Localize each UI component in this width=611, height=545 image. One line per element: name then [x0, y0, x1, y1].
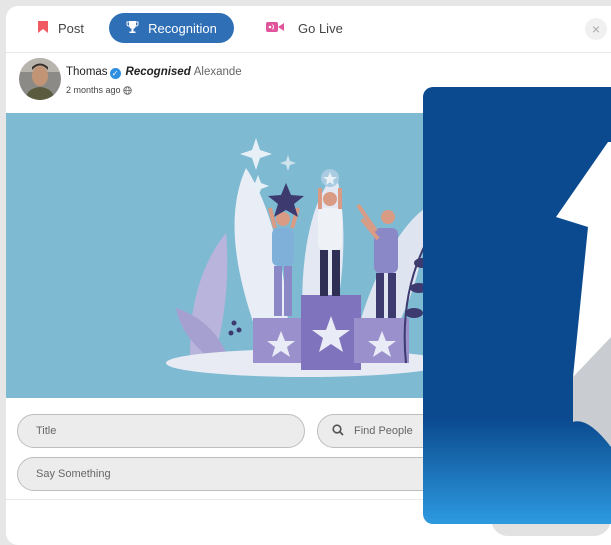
tab-go-live-label: Go Live: [298, 20, 343, 36]
say-something-placeholder: Say Something: [36, 468, 111, 480]
tab-recognition-label: Recognition: [148, 20, 217, 36]
tab-post-label: Post: [58, 20, 85, 36]
post-author-line: Thomas ✓ Recognised Alexande: [66, 66, 242, 79]
find-people-placeholder: Find People: [354, 425, 413, 437]
close-button[interactable]: ×: [585, 18, 607, 40]
bookmark-icon: [37, 20, 49, 37]
author-name[interactable]: Thomas: [66, 66, 108, 78]
post-time: 2 months ago: [66, 85, 121, 95]
trophy-icon: [126, 20, 139, 37]
composer-tabs: Post Recognition Go Live ×: [6, 6, 611, 53]
search-icon: [332, 423, 344, 439]
verified-icon: ✓: [109, 68, 121, 79]
avatar[interactable]: [19, 58, 61, 100]
post-meta: 2 months ago: [66, 85, 132, 97]
globe-icon: [123, 86, 132, 97]
recipient-name[interactable]: Alexande: [194, 66, 242, 78]
tab-go-live[interactable]: Go Live: [266, 13, 343, 43]
live-video-icon: [266, 21, 284, 36]
tab-post[interactable]: Post: [37, 13, 84, 43]
title-input[interactable]: Title: [17, 414, 305, 448]
say-something-input[interactable]: Say Something: [17, 457, 467, 491]
tab-recognition[interactable]: Recognition: [109, 13, 234, 43]
title-placeholder: Title: [36, 425, 57, 437]
recognised-label: Recognised: [125, 66, 191, 78]
blue-overlay-panel: [423, 87, 611, 524]
